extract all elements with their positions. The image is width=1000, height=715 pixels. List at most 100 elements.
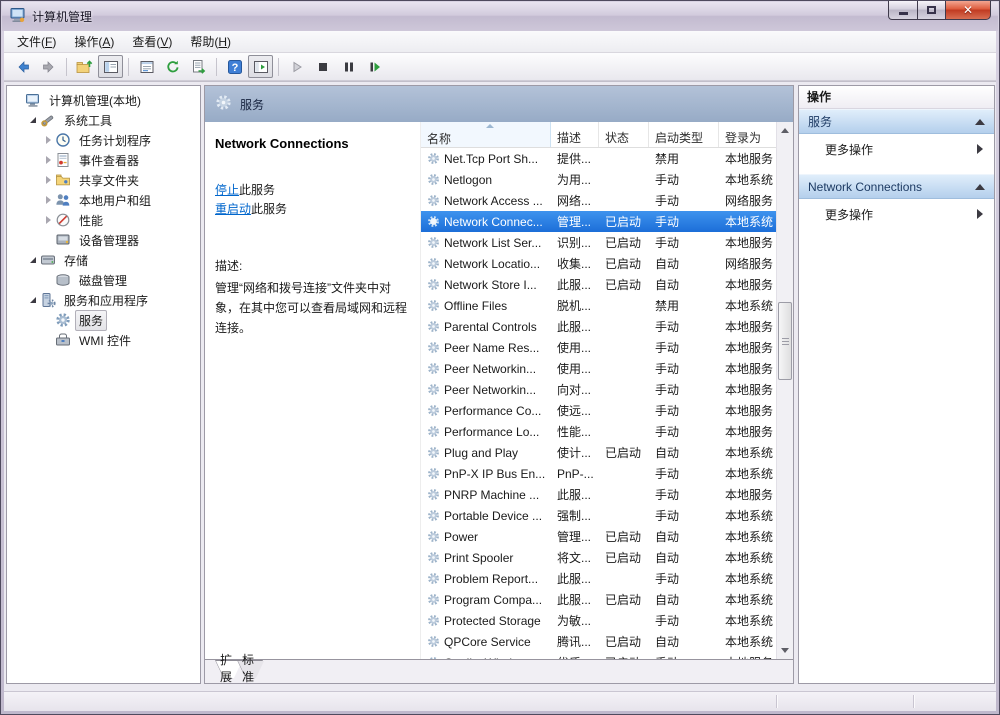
tree-item-task-scheduler[interactable]: 任务计划程序 bbox=[7, 130, 200, 150]
menu-v[interactable]: 查看(V) bbox=[123, 30, 181, 53]
service-row[interactable]: Net.Tcp Port Sh...提供...禁用本地服务 bbox=[421, 148, 776, 169]
collapse-arrow-icon[interactable] bbox=[28, 297, 38, 303]
tree-item-event-viewer[interactable]: 事件查看器 bbox=[7, 150, 200, 170]
expand-arrow-icon[interactable] bbox=[43, 156, 53, 164]
service-gear-icon bbox=[427, 383, 440, 396]
tree-item-performance[interactable]: 性能 bbox=[7, 210, 200, 230]
up-one-level-button[interactable] bbox=[72, 55, 97, 78]
service-row[interactable]: Plug and Play使计...已启动自动本地系统 bbox=[421, 442, 776, 463]
tree-item-disk-management[interactable]: 磁盘管理 bbox=[7, 270, 200, 290]
service-row[interactable]: Performance Co...使远...手动本地服务 bbox=[421, 400, 776, 421]
service-row[interactable]: Network Locatio...收集...已启动自动网络服务 bbox=[421, 253, 776, 274]
restart-service-link[interactable]: 重启动 bbox=[215, 202, 251, 216]
service-row[interactable]: Parental Controls此服...手动本地服务 bbox=[421, 316, 776, 337]
service-row[interactable]: Problem Report...此服...手动本地系统 bbox=[421, 568, 776, 589]
tree-item-shared-folders[interactable]: 共享文件夹 bbox=[7, 170, 200, 190]
scroll-down-button[interactable] bbox=[777, 642, 793, 659]
service-startup-cell: 手动 bbox=[649, 507, 719, 524]
service-row[interactable]: QPCore Service腾讯...已启动自动本地系统 bbox=[421, 631, 776, 652]
column-header-name[interactable]: 名称 bbox=[421, 122, 551, 147]
service-startup-cell: 手动 bbox=[649, 486, 719, 503]
service-row[interactable]: Performance Lo...性能...手动本地服务 bbox=[421, 421, 776, 442]
column-header-description[interactable]: 描述 bbox=[551, 122, 599, 147]
service-row[interactable]: Print Spooler将文...已启动自动本地系统 bbox=[421, 547, 776, 568]
titlebar[interactable]: 计算机管理 bbox=[2, 2, 998, 31]
tree-item-storage[interactable]: 存储 bbox=[7, 250, 200, 270]
tree-item-services[interactable]: 服务 bbox=[7, 310, 200, 330]
service-row[interactable]: Network Access ...网络...手动网络服务 bbox=[421, 190, 776, 211]
service-row[interactable]: Power管理...已启动自动本地系统 bbox=[421, 526, 776, 547]
task-scheduler-icon bbox=[55, 132, 71, 148]
expand-arrow-icon[interactable] bbox=[43, 216, 53, 224]
service-row[interactable]: Network List Ser...识别...已启动手动本地服务 bbox=[421, 232, 776, 253]
back-button[interactable] bbox=[10, 55, 35, 78]
vertical-scrollbar[interactable] bbox=[776, 122, 793, 659]
service-row[interactable]: PnP-X IP Bus En...PnP-...手动本地系统 bbox=[421, 463, 776, 484]
scrollbar-thumb[interactable] bbox=[778, 302, 792, 380]
service-name: Offline Files bbox=[444, 299, 507, 313]
service-name-cell: QPCore Service bbox=[421, 635, 551, 649]
service-row[interactable]: Peer Name Res...使用...手动本地服务 bbox=[421, 337, 776, 358]
service-row[interactable]: Network Connec...管理...已启动手动本地系统 bbox=[421, 211, 776, 232]
tree-item-wmi[interactable]: WMI 控件 bbox=[7, 330, 200, 350]
service-startup-cell: 手动 bbox=[649, 465, 719, 482]
service-row[interactable]: Peer Networkin...向对...手动本地服务 bbox=[421, 379, 776, 400]
restart-service-button[interactable] bbox=[362, 55, 387, 78]
menu-f[interactable]: 文件(F) bbox=[8, 30, 65, 53]
tab-standard[interactable]: 标准 bbox=[237, 660, 263, 679]
tree-item-computer[interactable]: 计算机管理(本地) bbox=[7, 90, 200, 110]
properties-button[interactable] bbox=[134, 55, 159, 78]
close-button[interactable]: ✕ bbox=[945, 1, 991, 20]
tree-item-device-manager[interactable]: 设备管理器 bbox=[7, 230, 200, 250]
service-row[interactable]: Netlogon为用...手动本地系统 bbox=[421, 169, 776, 190]
service-gear-icon bbox=[427, 425, 440, 438]
minimize-button[interactable] bbox=[888, 1, 918, 20]
service-description-cell: 网络... bbox=[551, 192, 599, 209]
collapse-arrow-icon[interactable] bbox=[28, 257, 38, 263]
service-row[interactable]: PNRP Machine ...此服...手动本地服务 bbox=[421, 484, 776, 505]
service-row[interactable]: Program Compa...此服...已启动自动本地系统 bbox=[421, 589, 776, 610]
service-name-cell: Peer Name Res... bbox=[421, 341, 551, 355]
stop-service-link[interactable]: 停止 bbox=[215, 183, 239, 197]
service-row[interactable]: Portable Device ...强制...手动本地系统 bbox=[421, 505, 776, 526]
service-row[interactable]: Offline Files脱机...禁用本地系统 bbox=[421, 295, 776, 316]
scroll-up-button[interactable] bbox=[777, 122, 793, 139]
column-header-status[interactable]: 状态 bbox=[599, 122, 649, 147]
refresh-button[interactable] bbox=[160, 55, 185, 78]
forward-button[interactable] bbox=[36, 55, 61, 78]
show-console-tree-button[interactable] bbox=[98, 55, 123, 78]
tree-item-tools[interactable]: 系统工具 bbox=[7, 110, 200, 130]
show-action-pane-button[interactable] bbox=[248, 55, 273, 78]
service-name: Protected Storage bbox=[444, 614, 541, 628]
export-list-button[interactable] bbox=[186, 55, 211, 78]
collapse-arrow-icon[interactable] bbox=[28, 117, 38, 123]
service-row[interactable]: Protected Storage为敏...手动本地系统 bbox=[421, 610, 776, 631]
pause-service-button[interactable] bbox=[336, 55, 361, 78]
actions-section-header[interactable]: 服务 bbox=[799, 109, 994, 134]
menu-h[interactable]: 帮助(H) bbox=[181, 30, 240, 53]
start-service-button[interactable] bbox=[284, 55, 309, 78]
service-name: Performance Lo... bbox=[444, 425, 539, 439]
help-button[interactable]: ? bbox=[222, 55, 247, 78]
service-row[interactable]: Peer Networkin...使用...手动本地服务 bbox=[421, 358, 776, 379]
maximize-button[interactable] bbox=[917, 1, 946, 20]
tab-extended[interactable]: 扩展 bbox=[215, 660, 241, 679]
expand-arrow-icon[interactable] bbox=[43, 136, 53, 144]
column-header-logon-as[interactable]: 登录为 bbox=[719, 122, 779, 147]
menu-a[interactable]: 操作(A) bbox=[65, 30, 123, 53]
service-row[interactable]: Quality Windo...优质...已启动手动本地服务 bbox=[421, 652, 776, 659]
service-row[interactable]: Network Store I...此服...已启动自动本地服务 bbox=[421, 274, 776, 295]
column-header-startup-type[interactable]: 启动类型 bbox=[649, 122, 719, 147]
more-actions-item[interactable]: 更多操作 bbox=[799, 199, 994, 229]
service-logon-cell: 本地系统 bbox=[719, 633, 776, 650]
expand-arrow-icon[interactable] bbox=[43, 196, 53, 204]
service-logon-cell: 本地系统 bbox=[719, 465, 776, 482]
service-logon-cell: 本地系统 bbox=[719, 591, 776, 608]
stop-service-button[interactable] bbox=[310, 55, 335, 78]
actions-section-header[interactable]: Network Connections bbox=[799, 174, 994, 199]
more-actions-item[interactable]: 更多操作 bbox=[799, 134, 994, 164]
expand-arrow-icon[interactable] bbox=[43, 176, 53, 184]
tree-item-users[interactable]: 本地用户和组 bbox=[7, 190, 200, 210]
tree-item-services-apps[interactable]: 服务和应用程序 bbox=[7, 290, 200, 310]
service-name: Net.Tcp Port Sh... bbox=[444, 152, 538, 166]
